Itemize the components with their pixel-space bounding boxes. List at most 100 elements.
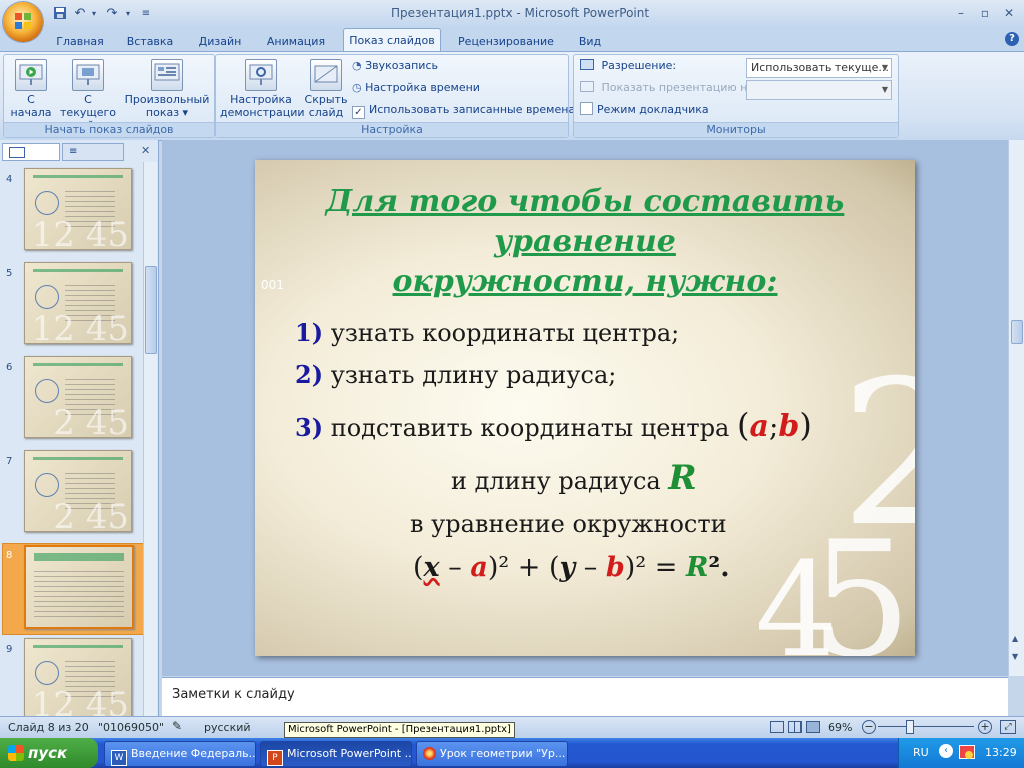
zoom-level[interactable]: 69% xyxy=(828,721,852,734)
from-beginning-button[interactable]: С начала xyxy=(6,59,56,119)
tab-review[interactable]: Рецензирование xyxy=(450,32,562,52)
tab-animation[interactable]: Анимация xyxy=(260,32,332,52)
close-pane-icon[interactable]: ✕ xyxy=(141,144,150,157)
redo-icon[interactable]: ↷ xyxy=(104,6,120,22)
slide-thumbnail-7[interactable]: 2 45 xyxy=(24,450,132,532)
spellcheck-icon[interactable]: ✎ xyxy=(172,719,182,733)
setup-show-button[interactable]: Настройка демонстрации xyxy=(220,59,305,119)
scrollbar-thumb[interactable] xyxy=(145,266,157,354)
presenter-view-check-icon xyxy=(580,102,593,115)
resolution-row: Разрешение: xyxy=(580,57,676,75)
slide-thumbnail-8[interactable] xyxy=(24,545,134,629)
tab-home[interactable]: Главная xyxy=(50,32,110,52)
custom-show-button[interactable]: Произвольный показ ▾ xyxy=(122,59,212,119)
setup-show-label-1: Настройка xyxy=(230,93,292,106)
zoom-slider[interactable] xyxy=(878,726,974,727)
monitors-group: Разрешение: Использовать текуще... ▼ Пок… xyxy=(573,54,899,138)
tab-view[interactable]: Вид xyxy=(570,32,610,52)
resolution-value: Использовать текуще... xyxy=(751,61,889,74)
slide-sorter-icon[interactable] xyxy=(788,721,802,733)
from-beginning-label-2: начала xyxy=(10,106,52,119)
scrollbar-thumb[interactable] xyxy=(1011,320,1023,344)
taskbar-item-powerpoint[interactable]: P Microsoft PowerPoint ... xyxy=(260,741,412,767)
slide-thumbnail-4[interactable]: 12 45 xyxy=(24,168,132,250)
eq-part: – xyxy=(575,552,606,583)
step-3-line-2[interactable]: и длину радиуса R xyxy=(451,458,697,498)
tab-slideshow[interactable]: Показ слайдов xyxy=(343,28,441,52)
customize-quick-access-icon[interactable]: ≡ xyxy=(138,6,154,22)
slide-title[interactable]: Для того чтобы составить уравнение окруж… xyxy=(295,182,875,302)
tab-outline[interactable]: ≡ xyxy=(62,143,124,161)
current-slide-icon xyxy=(72,59,104,91)
zoom-slider-thumb[interactable] xyxy=(906,720,914,734)
slides-pane-scrollbar[interactable] xyxy=(143,162,157,718)
eq-b: b xyxy=(605,552,625,583)
next-slide-icon[interactable]: ▼ xyxy=(1012,652,1018,661)
step-3-line-3[interactable]: в уравнение окружности xyxy=(410,510,727,538)
step-2[interactable]: 2) узнать длину радиуса; xyxy=(295,360,616,389)
slideshow-view-icon[interactable] xyxy=(806,721,820,733)
step-text: и длину радиуса xyxy=(451,467,661,495)
zoom-in-icon[interactable]: + xyxy=(978,720,992,734)
task-label: Microsoft PowerPoint ... xyxy=(287,747,412,760)
record-narration-button[interactable]: ◔ Звукозапись xyxy=(352,57,438,75)
volume-icon[interactable] xyxy=(965,751,973,759)
theme-name[interactable]: "01069050" xyxy=(98,721,164,734)
record-narration-label: Звукозапись xyxy=(365,59,438,72)
slides-tab-icon xyxy=(9,147,25,158)
taskbar-item-word[interactable]: W Введение Федераль... xyxy=(104,741,256,767)
notes-placeholder: Заметки к слайду xyxy=(172,687,295,702)
language-tray[interactable]: RU xyxy=(913,746,929,759)
tab-slides[interactable] xyxy=(2,143,60,161)
start-label: пуск xyxy=(28,744,68,762)
from-beginning-label-1: С xyxy=(27,93,35,106)
use-timings-check-icon: ✓ xyxy=(352,106,365,119)
workspace-scrollbar[interactable]: ▲ ▼ xyxy=(1008,140,1024,676)
redo-dropdown-icon[interactable]: ▾ xyxy=(120,6,136,22)
word-icon: W xyxy=(111,750,127,766)
minimize-button[interactable]: – xyxy=(952,6,970,20)
slide-thumbnail-9[interactable]: 12 45 xyxy=(24,638,132,720)
powerpoint-icon: P xyxy=(267,750,283,766)
maximize-button[interactable]: ▫ xyxy=(976,6,994,20)
setup-group: Настройка демонстрации Скрыть слайд ◔ Зв… xyxy=(215,54,575,138)
slide-thumbnail-5[interactable]: 12 45 xyxy=(24,262,132,344)
undo-dropdown-icon[interactable]: ▾ xyxy=(86,6,102,22)
thumbnail-ghost-digits: 12 45 xyxy=(31,309,129,344)
office-button[interactable] xyxy=(3,2,43,42)
custom-show-label-2: показ ▾ xyxy=(145,106,189,119)
save-icon[interactable] xyxy=(52,6,68,22)
use-timings-checkbox[interactable]: ✓ Использовать записанные времена xyxy=(352,101,575,119)
clock-icon: ◷ xyxy=(352,81,362,94)
paren: ) xyxy=(799,406,812,444)
microphone-icon: ◔ xyxy=(352,59,362,72)
slide-canvas[interactable]: 2 4 5 001 Для того чтобы составить уравн… xyxy=(255,160,915,656)
close-button[interactable]: ✕ xyxy=(1000,6,1018,20)
language-indicator[interactable]: русский xyxy=(204,721,251,734)
hide-slide-button[interactable]: Скрыть слайд xyxy=(302,59,350,119)
ghost-digit: 5 xyxy=(810,506,912,657)
show-on-select[interactable]: ▼ xyxy=(746,80,892,100)
presenter-view-checkbox[interactable]: Режим докладчика xyxy=(580,101,709,119)
taskbar-item-browser[interactable]: Урок геометрии "Ур... xyxy=(416,741,568,767)
tab-insert[interactable]: Вставка xyxy=(120,32,180,52)
start-button[interactable]: пуск xyxy=(0,738,98,768)
monitors-group-label: Мониторы xyxy=(574,122,898,137)
show-on-label: Показать презентацию на: xyxy=(601,81,758,94)
window-title: Презентация1.pptx - Microsoft PowerPoint xyxy=(390,6,650,20)
rehearse-timings-button[interactable]: ◷ Настройка времени xyxy=(352,79,480,97)
tab-design[interactable]: Дизайн xyxy=(190,32,250,52)
normal-view-icon[interactable] xyxy=(770,721,784,733)
resolution-select[interactable]: Использовать текуще... ▼ xyxy=(746,58,892,78)
circle-equation[interactable]: (x – a)² + (y – b)² = R². xyxy=(413,552,730,583)
step-1[interactable]: 1) узнать координаты центра; xyxy=(295,318,679,347)
notes-pane[interactable]: Заметки к слайду xyxy=(162,677,1008,716)
fit-to-window-icon[interactable]: ⤢ xyxy=(1000,720,1016,734)
help-icon[interactable]: ? xyxy=(1005,32,1019,46)
previous-slide-icon[interactable]: ▲ xyxy=(1012,634,1018,643)
zoom-out-icon[interactable]: − xyxy=(862,720,876,734)
tray-arrow-icon[interactable]: ‹ xyxy=(939,744,953,758)
step-3[interactable]: 3) подставить координаты центра (a;b) xyxy=(295,406,812,444)
eq-r: R xyxy=(685,552,709,583)
slide-thumbnail-6[interactable]: 2 45 xyxy=(24,356,132,438)
